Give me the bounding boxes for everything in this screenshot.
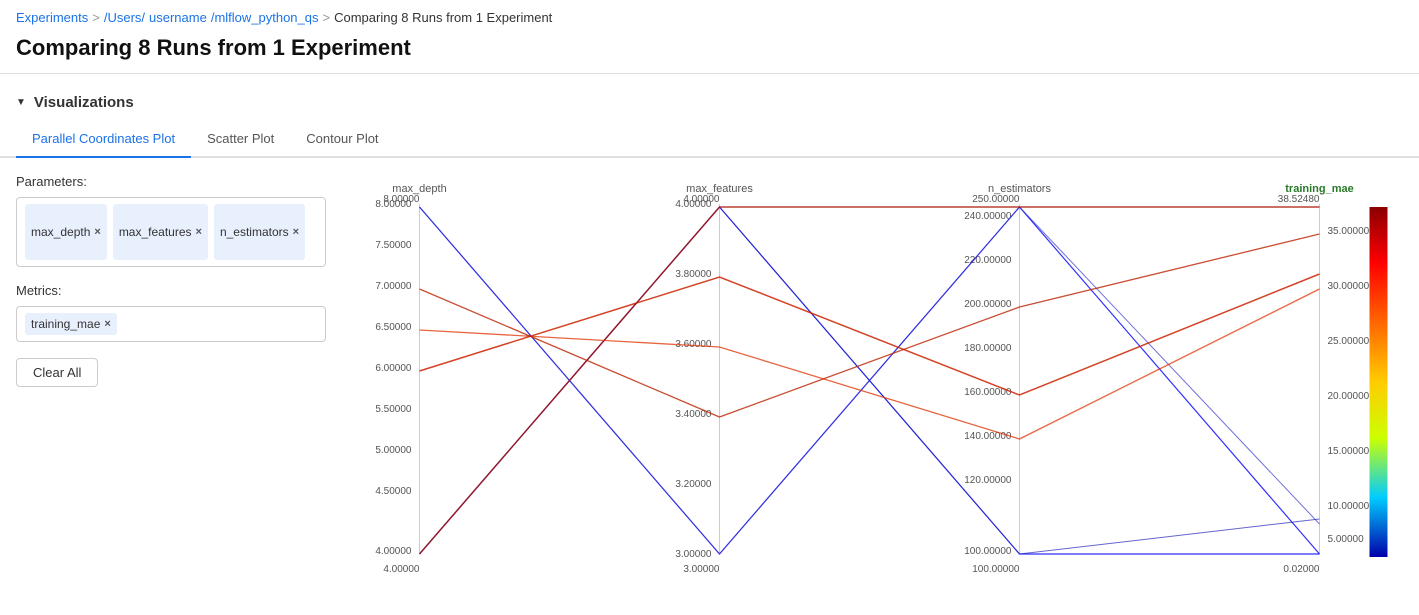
tick-max-feat-3: 3.00000 (675, 549, 712, 560)
axis-bot-max-feat: 3.00000 (683, 564, 720, 575)
tick-max-depth-6: 6.00000 (375, 363, 412, 374)
tick-max-depth-55: 5.50000 (375, 404, 412, 415)
tick-nest-180: 180.00000 (964, 343, 1012, 354)
tick-max-depth-75: 7.50000 (375, 240, 412, 251)
tick-mae-30: 30.00000 (1328, 281, 1370, 292)
visualizations-label: Visualizations (34, 94, 134, 111)
tab-parallel-coordinates[interactable]: Parallel Coordinates Plot (16, 123, 191, 158)
axis-top-max-depth: 8.00000 (383, 194, 420, 205)
axis-top-mae: 38.52480 (1278, 194, 1320, 205)
chevron-down-icon: ▼ (16, 97, 26, 108)
tick-nest-100: 100.00000 (964, 546, 1012, 557)
tag-max-features[interactable]: max_features × (113, 204, 208, 260)
parallel-coordinates-chart: max_depth max_features n_estimators trai… (326, 174, 1403, 594)
tick-nest-140: 140.00000 (964, 431, 1012, 442)
breadcrumb-sep1: > (92, 10, 100, 25)
axis-top-nest: 250.00000 (972, 194, 1020, 205)
tag-n-estimators[interactable]: n_estimators × (214, 204, 305, 260)
visualizations-header[interactable]: ▼ Visualizations (0, 90, 1419, 123)
main-content: Parameters: max_depth × max_features × n… (0, 174, 1419, 597)
tick-nest-120: 120.00000 (964, 475, 1012, 486)
left-panel: Parameters: max_depth × max_features × n… (16, 174, 326, 597)
clear-all-button[interactable]: Clear All (16, 358, 98, 387)
data-line-5 (420, 274, 1320, 395)
chart-area: max_depth max_features n_estimators trai… (326, 174, 1403, 597)
tag-training-mae[interactable]: training_mae × (25, 313, 117, 335)
breadcrumb-sep3: > (323, 10, 331, 25)
tag-training-mae-close[interactable]: × (104, 318, 110, 330)
tag-max-features-label: max_features (119, 225, 192, 239)
tick-max-depth-65: 6.50000 (375, 322, 412, 333)
tabs-container: Parallel Coordinates Plot Scatter Plot C… (0, 123, 1419, 158)
tick-max-depth-45: 4.50000 (375, 486, 412, 497)
breadcrumb-mlflow[interactable]: /mlflow_python_qs (211, 10, 319, 25)
tick-nest-240: 240.00000 (964, 211, 1012, 222)
tick-mae-20: 20.00000 (1328, 391, 1370, 402)
tag-training-mae-label: training_mae (31, 317, 100, 331)
metrics-label: Metrics: (16, 283, 326, 298)
axis-bot-mae: 0.02000 (1283, 564, 1320, 575)
tick-nest-220: 220.00000 (964, 255, 1012, 266)
tick-max-depth-4: 4.00000 (375, 546, 412, 557)
colorbar (1370, 207, 1388, 557)
tick-mae-35: 35.00000 (1328, 226, 1370, 237)
axis-bot-nest: 100.00000 (972, 564, 1020, 575)
page-title: Comparing 8 Runs from 1 Experiment (0, 31, 1419, 73)
axis-bot-max-depth: 4.00000 (383, 564, 420, 575)
breadcrumb-experiments[interactable]: Experiments (16, 10, 88, 25)
axis-top-max-feat: 4.00000 (683, 194, 720, 205)
tick-mae-15: 15.00000 (1328, 446, 1370, 457)
metrics-tag-box: training_mae × (16, 306, 326, 342)
parameters-tag-box: max_depth × max_features × n_estimators … (16, 197, 326, 267)
horizontal-divider (0, 73, 1419, 74)
tick-max-depth-7: 7.00000 (375, 281, 412, 292)
tick-max-feat-32: 3.20000 (675, 479, 712, 490)
tick-max-feat-38: 3.80000 (675, 269, 712, 280)
tag-max-depth-close[interactable]: × (94, 226, 100, 238)
tag-max-features-close[interactable]: × (196, 226, 202, 238)
breadcrumb-username[interactable]: username (149, 10, 207, 25)
parameters-label: Parameters: (16, 174, 326, 189)
tag-n-estimators-label: n_estimators (220, 225, 289, 239)
tag-max-depth[interactable]: max_depth × (25, 204, 107, 260)
tag-n-estimators-close[interactable]: × (293, 226, 299, 238)
tab-scatter-plot[interactable]: Scatter Plot (191, 123, 290, 158)
tick-mae-5: 5.00000 (1328, 534, 1365, 545)
tick-max-feat-34: 3.40000 (675, 409, 712, 420)
data-line-8 (420, 234, 1320, 417)
breadcrumb: Experiments > /Users/ username /mlflow_p… (0, 0, 1419, 31)
tick-mae-25: 25.00000 (1328, 336, 1370, 347)
tick-max-depth-5: 5.00000 (375, 445, 412, 456)
breadcrumb-users[interactable]: /Users/ (104, 10, 145, 25)
breadcrumb-current: Comparing 8 Runs from 1 Experiment (334, 10, 552, 25)
data-line-4 (420, 207, 1320, 554)
tick-mae-10: 10.00000 (1328, 501, 1370, 512)
tick-nest-200: 200.00000 (964, 299, 1012, 310)
tab-contour-plot[interactable]: Contour Plot (290, 123, 394, 158)
tag-max-depth-label: max_depth (31, 225, 90, 239)
